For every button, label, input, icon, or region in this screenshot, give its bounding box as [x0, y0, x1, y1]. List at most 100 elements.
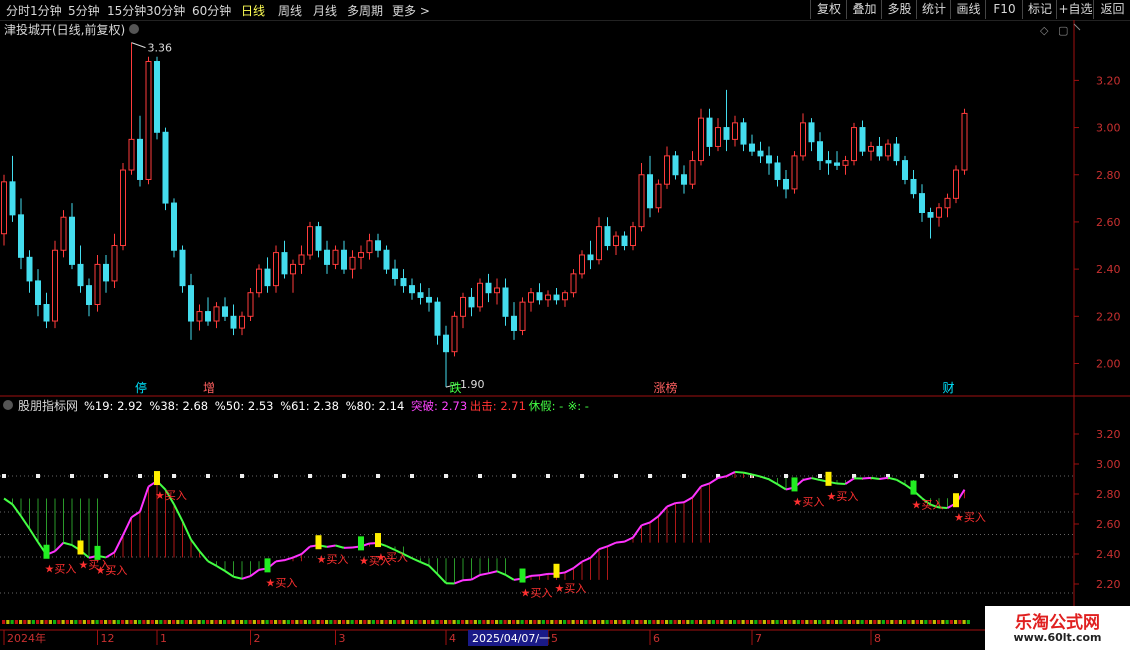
candle-body: [281, 252, 288, 275]
state-strip-cell: [631, 620, 635, 624]
level-marker-square: [104, 474, 108, 478]
state-strip-cell: [907, 620, 911, 624]
state-strip-cell: [639, 620, 643, 624]
indicator-value: %61: 2.38: [280, 399, 339, 413]
period-tab-3[interactable]: 15分钟: [107, 2, 146, 19]
candle-body: [927, 212, 934, 218]
indicator-dropdown-icon: [3, 400, 13, 410]
state-strip-cell: [184, 620, 188, 624]
period-tab-7[interactable]: 周线: [278, 2, 302, 19]
period-tab-8[interactable]: 月线: [313, 2, 337, 19]
state-strip-cell: [499, 620, 503, 624]
trend-line: [572, 560, 583, 569]
period-tab-0[interactable]: 分时: [6, 2, 30, 19]
candle-body: [808, 122, 815, 143]
trend-line: [887, 476, 897, 481]
buy-signal-label: ★买入: [155, 489, 187, 502]
state-strip-cell: [937, 620, 941, 624]
toolbar-button-1[interactable]: 叠加: [846, 0, 882, 19]
trend-line: [479, 572, 489, 576]
candle-body: [783, 178, 789, 190]
candle-body: [154, 61, 160, 133]
state-strip-cell: [401, 620, 405, 624]
state-strip-cell: [924, 620, 928, 624]
state-strip-cell: [146, 620, 150, 624]
toolbar-button-8[interactable]: 返回: [1093, 0, 1130, 19]
candle-body: [902, 160, 908, 180]
trend-line: [641, 521, 651, 527]
state-strip-cell: [512, 620, 516, 624]
state-strip-cell: [928, 620, 932, 624]
candle-body: [553, 294, 560, 301]
candle-body: [876, 145, 883, 157]
candle-body: [791, 155, 798, 190]
time-axis-label: 2024年: [7, 631, 46, 645]
candle-body: [519, 301, 526, 331]
state-strip-cell: [788, 620, 792, 624]
state-strip-cell: [588, 620, 592, 624]
candle-body: [434, 301, 441, 336]
period-tab-10[interactable]: 更多 >: [392, 2, 430, 19]
time-axis-label: 5: [551, 632, 558, 645]
state-strip-cell: [941, 620, 945, 624]
stock-chart[interactable]: 津投城开(日线,前复权) ◇ ▢ 3.20 3.00 2.80 2.60 2.40 2.20 2.…: [0, 20, 1130, 650]
period-tab-9[interactable]: 多周期: [347, 2, 383, 19]
toolbar-button-6[interactable]: 标记: [1022, 0, 1057, 19]
state-strip-cell: [121, 620, 125, 624]
toolbar-button-2[interactable]: 多股: [881, 0, 917, 19]
candle-body: [528, 292, 534, 303]
candle-body: [698, 117, 704, 162]
toolbar-button-3[interactable]: 统计: [916, 0, 951, 19]
candle-body: [562, 292, 568, 301]
period-tab-4[interactable]: 30分钟: [146, 2, 185, 19]
candle-body: [52, 249, 58, 322]
candle-body: [443, 334, 449, 353]
period-tab-5[interactable]: 60分钟: [192, 2, 231, 19]
time-axis-label: 6: [653, 632, 660, 645]
signal-block: [358, 536, 364, 551]
toolbar-button-7[interactable]: +自选: [1056, 0, 1094, 19]
state-strip-cell: [431, 620, 435, 624]
buy-signal-label: ★买入: [376, 551, 408, 564]
period-tab-2[interactable]: 5分钟: [68, 2, 100, 19]
state-strip-cell: [796, 620, 800, 624]
state-strip-cell: [643, 620, 647, 624]
state-strip-cell: [295, 620, 299, 624]
level-marker-square: [546, 474, 550, 478]
trend-line: [879, 476, 889, 480]
candle-body: [120, 169, 126, 247]
state-strip-cell: [422, 620, 426, 624]
candle-body: [264, 268, 271, 287]
candle-body: [111, 245, 118, 282]
state-strip-cell: [210, 620, 214, 624]
state-strip-cell: [325, 620, 329, 624]
toolbar-button-0[interactable]: 复权: [810, 0, 847, 19]
candle-body: [60, 216, 67, 251]
state-strip-cell: [754, 620, 758, 624]
state-strip-cell: [597, 620, 601, 624]
state-strip-cell: [112, 620, 116, 624]
state-strip-cell: [87, 620, 91, 624]
trend-line: [760, 475, 770, 481]
state-strip-cell: [308, 620, 312, 624]
buy-signal-label: ★买入: [45, 563, 77, 576]
candle-body: [587, 254, 594, 261]
trend-line: [862, 476, 872, 480]
period-tab-6[interactable]: 日线: [241, 2, 265, 19]
state-strip-cell: [167, 620, 171, 624]
period-tab-1[interactable]: 1分钟: [30, 2, 62, 19]
toolbar-button-5[interactable]: F10: [985, 0, 1023, 19]
level-marker-square: [172, 474, 176, 478]
trend-line: [54, 542, 65, 552]
indicator-value: 突破: 2.73: [411, 399, 467, 413]
state-strip-cell: [65, 620, 69, 624]
signal-block: [94, 545, 101, 560]
candle-body: [647, 174, 653, 209]
toolbar-button-4[interactable]: 画线: [950, 0, 986, 19]
state-strip-cell: [966, 620, 970, 624]
candle-body: [324, 249, 330, 265]
candle-body: [341, 249, 347, 270]
state-strip-cell: [920, 620, 924, 624]
state-strip-cell: [312, 620, 316, 624]
candle-body: [298, 254, 305, 265]
